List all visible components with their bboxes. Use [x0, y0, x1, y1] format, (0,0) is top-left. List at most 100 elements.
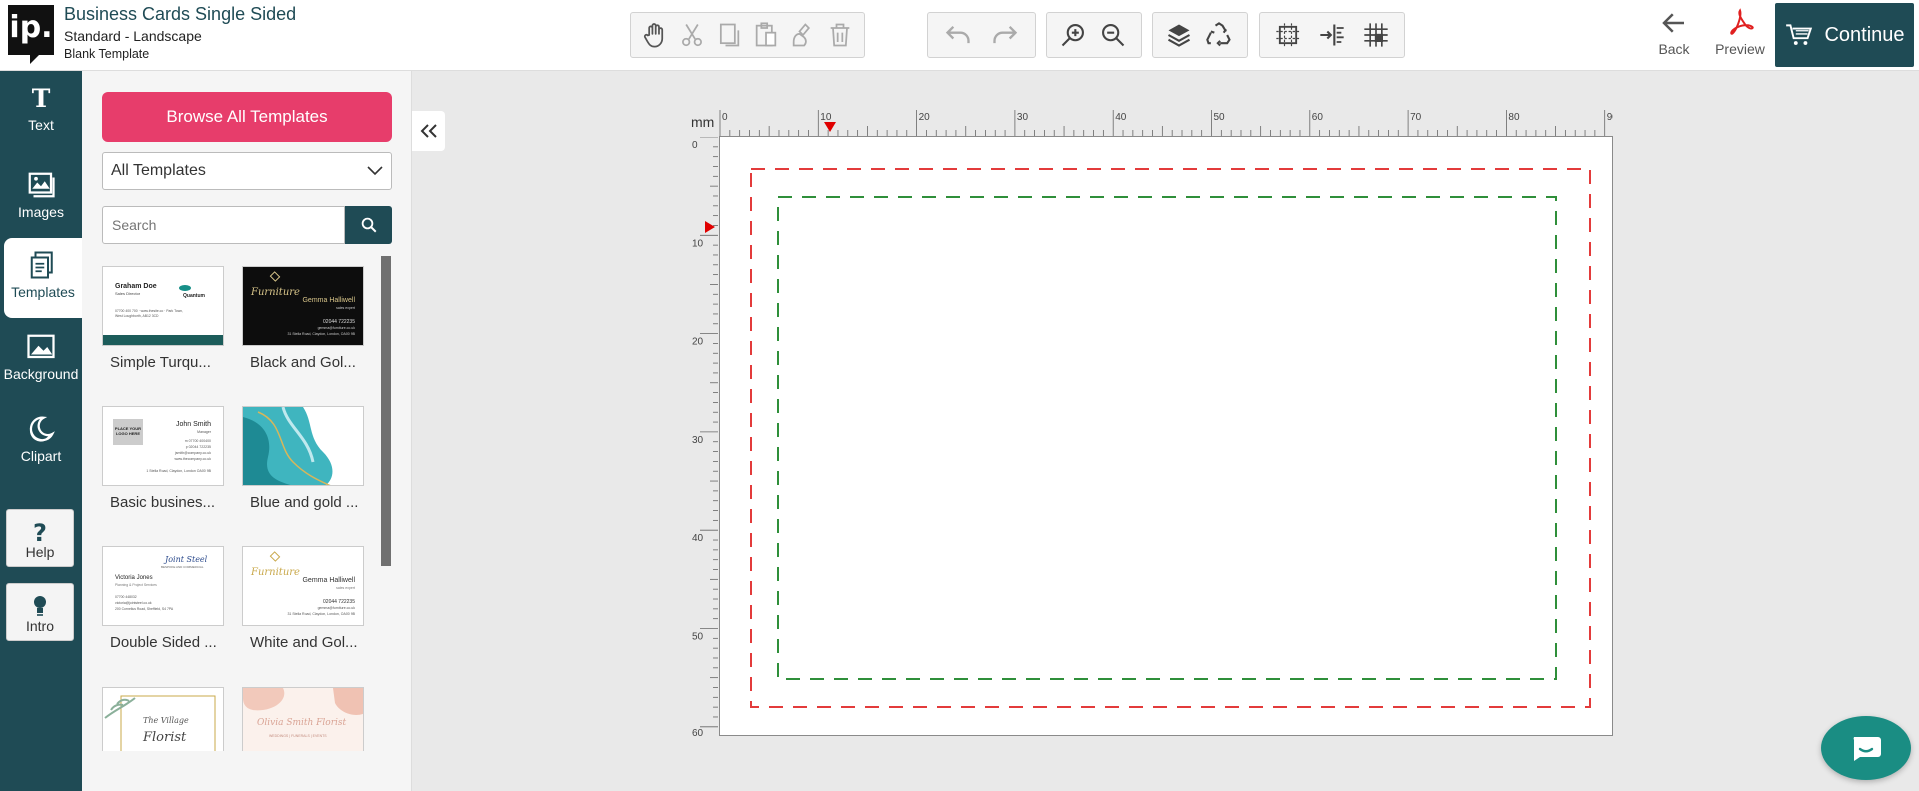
thumb-text: 02044 722235 — [323, 319, 355, 325]
align-icon[interactable] — [1310, 15, 1354, 55]
thumb-text: Gemma Halliwell — [302, 577, 355, 584]
nav-label: Images — [18, 204, 64, 220]
clipart-icon — [29, 416, 55, 442]
ruler-marker-icon[interactable] — [824, 122, 836, 132]
template-thumbnail: The Village Florist — [102, 687, 224, 751]
browse-all-templates-button[interactable]: Browse All Templates — [102, 92, 392, 142]
nav-item-clipart[interactable]: Clipart — [0, 402, 82, 482]
thumb-text: m 07700 400400 — [184, 439, 211, 443]
vertical-ruler[interactable]: 0 10 20 30 40 50 60 — [690, 137, 718, 737]
preview-label: Preview — [1715, 41, 1765, 57]
help-button[interactable]: ? Help — [6, 509, 74, 567]
thumb-text: sales expert — [336, 306, 355, 310]
brand-logo[interactable]: ip. — [8, 5, 54, 64]
ruler-label: 30 — [1017, 112, 1029, 123]
intro-button[interactable]: Intro — [6, 583, 74, 641]
template-list-scrollbar[interactable] — [381, 256, 391, 566]
template-card[interactable]: Furniture Gemma Halliwell sales expert 0… — [242, 266, 367, 371]
undo-icon[interactable] — [934, 15, 982, 55]
template-thumbnail: Furniture Gemma Halliwell sales expert 0… — [242, 546, 364, 626]
thumb-text: Furniture — [251, 567, 300, 578]
nav-item-background[interactable]: Background — [0, 320, 82, 400]
template-card[interactable]: Graham Doe Sales Director Quantum 07700 … — [102, 266, 227, 371]
template-card[interactable]: Joint Steel BESPOKE AND COMMERCIAL Victo… — [102, 546, 227, 651]
ruler-label: 30 — [692, 435, 704, 446]
ruler-label: 10 — [820, 112, 832, 123]
layers-icon[interactable] — [1159, 15, 1199, 55]
nav-label: Text — [28, 117, 54, 133]
pdf-icon — [1730, 8, 1754, 35]
template-card[interactable]: Olivia Smith Florist WEDDINGS | FUNERALS… — [242, 687, 367, 751]
thumb-text: Graham Doe — [115, 283, 157, 290]
thumb-text: Sales Director — [115, 291, 141, 296]
template-thumbnail: Joint Steel BESPOKE AND COMMERCIAL Victo… — [102, 546, 224, 626]
template-card[interactable]: The Village Florist — [102, 687, 227, 751]
thumb-text: 200 Cornelius Road, Sheffield, S4 7PA — [115, 607, 174, 611]
scissors-icon[interactable] — [674, 15, 711, 55]
ruler-label: 50 — [1214, 112, 1226, 123]
search-icon — [361, 217, 376, 233]
template-card[interactable]: Furniture Gemma Halliwell sales expert 0… — [242, 546, 367, 651]
grid-icon[interactable] — [1354, 15, 1398, 55]
zoom-out-icon[interactable] — [1093, 15, 1133, 55]
thumb-text: Furniture — [251, 287, 300, 298]
ruler-label: 0 — [692, 140, 698, 151]
ruler-label: 0 — [722, 112, 728, 123]
chat-button[interactable] — [1821, 716, 1911, 780]
ruler-label: 60 — [1312, 112, 1324, 123]
logo-placeholder: PLACE YOUR LOGO HERE — [113, 419, 143, 445]
ruler-label: 40 — [692, 533, 704, 544]
redo-icon[interactable] — [982, 15, 1030, 55]
continue-label: Continue — [1824, 23, 1905, 46]
trash-icon[interactable] — [821, 15, 858, 55]
document-subtitle: Standard - Landscape — [64, 28, 202, 44]
arrange-tools-group — [1152, 12, 1248, 58]
nav-label: Templates — [11, 284, 75, 300]
ruler-label: 90 — [1607, 112, 1613, 123]
cart-icon — [1786, 24, 1813, 45]
horizontal-ruler[interactable]: 0 10 20 30 40 50 60 70 80 90 — [719, 108, 1613, 136]
nav-item-text[interactable]: T Text — [0, 71, 82, 151]
safe-area-line — [777, 196, 1557, 680]
business-card-canvas[interactable] — [719, 136, 1613, 736]
recycle-icon[interactable] — [1199, 15, 1239, 55]
nav-item-images[interactable]: Images — [0, 158, 82, 238]
back-button[interactable]: Back — [1647, 8, 1701, 64]
bleed-guide-icon[interactable] — [1266, 15, 1310, 55]
diamond-icon — [269, 551, 281, 562]
left-nav: T Text Images Templates Background Clipa… — [0, 71, 82, 791]
hand-icon[interactable] — [637, 15, 674, 55]
preview-button[interactable]: Preview — [1713, 8, 1767, 64]
template-name: Blank Template — [64, 47, 150, 61]
brush-icon[interactable] — [784, 15, 821, 55]
document-title: Business Cards Single Sided — [64, 4, 297, 24]
template-name-label: Double Sided ... — [110, 634, 217, 651]
thumb-text: gemma@furniture.co.uk — [317, 326, 355, 330]
thumb-text: victoria@jointsteel.co.uk — [115, 601, 152, 605]
top-bar: ip. Business Cards Single Sided Standard… — [0, 0, 1919, 71]
copy-icon[interactable] — [711, 15, 748, 55]
paste-icon[interactable] — [747, 15, 784, 55]
template-card[interactable]: Blue and gold ... — [242, 406, 367, 511]
thumb-text: Planning & Project Services — [115, 583, 157, 587]
ruler-marker-icon[interactable] — [705, 221, 715, 233]
template-search-input[interactable] — [102, 206, 345, 244]
diamond-icon — [269, 271, 281, 282]
zoom-in-icon[interactable] — [1053, 15, 1093, 55]
intro-label: Intro — [25, 618, 54, 634]
template-name-label: Black and Gol... — [250, 354, 356, 371]
continue-button[interactable]: Continue — [1775, 3, 1914, 67]
thumb-text: Victoria Jones — [115, 575, 153, 581]
zoom-tools-group — [1046, 12, 1142, 58]
images-icon — [28, 172, 55, 198]
template-category-select[interactable]: All Templates — [102, 152, 392, 190]
text-icon: T — [32, 84, 51, 113]
template-name-label: Basic busines... — [110, 494, 216, 511]
template-card[interactable]: PLACE YOUR LOGO HERE John Smith Manager … — [102, 406, 227, 511]
thumb-text: Manager — [197, 430, 211, 434]
eye-logo-icon — [179, 285, 191, 291]
nav-item-templates[interactable]: Templates — [4, 238, 82, 318]
edit-tools-group — [630, 12, 865, 58]
collapse-panel-button[interactable] — [412, 111, 445, 151]
search-button[interactable] — [345, 206, 392, 244]
